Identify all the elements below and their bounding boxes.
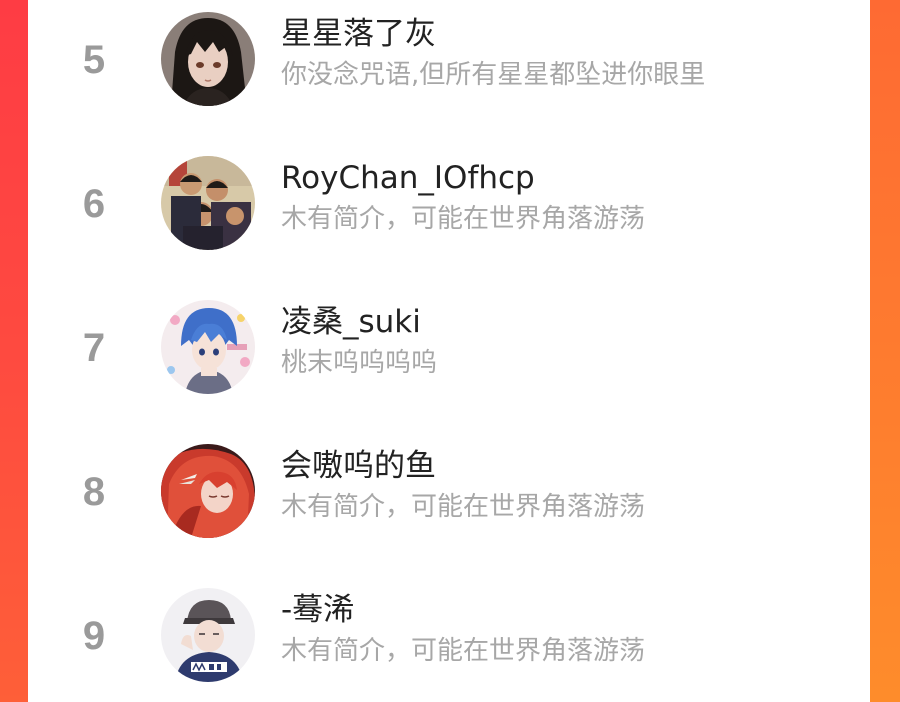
user-bio: 木有简介，可能在世界角落游荡 [281,492,646,522]
ranking-row[interactable]: 9 -蓦浠 木有简介，可能在世界角落游荡 [28,576,870,696]
user-name[interactable]: RoyChan_IOfhcp [281,158,535,198]
user-name[interactable]: -蓦浠 [281,590,354,630]
user-bio: 你没念咒语,但所有星星都坠进你眼里 [281,60,706,90]
left-gradient-edge [0,0,28,702]
ranking-row[interactable]: 8 会嗷呜的鱼 木有简介，可能在世界角落游荡 [28,432,870,552]
user-avatar[interactable] [161,300,255,394]
ranking-row[interactable]: 7 凌桑_suki 桃末呜呜呜呜 [28,288,870,408]
avatar-cap-boy-merci-icon [161,588,255,682]
avatar-blue-hair-anime-icon [161,300,255,394]
user-bio: 木有简介，可能在世界角落游荡 [281,204,646,234]
user-avatar[interactable] [161,12,255,106]
rank-number: 7 [82,326,106,370]
right-gradient-edge [870,0,900,702]
user-name[interactable]: 会嗷呜的鱼 [281,446,436,486]
user-avatar[interactable] [161,156,255,250]
avatar-red-hair-girl-icon [161,444,255,538]
rank-number: 9 [82,614,106,658]
user-name[interactable]: 星星落了灰 [281,14,436,54]
ranking-row[interactable]: 5 星星落了灰 你没念咒语,但所有星星都坠进你眼里 [28,0,870,120]
user-avatar[interactable] [161,444,255,538]
user-name[interactable]: 凌桑_suki [281,302,421,342]
rank-number: 5 [82,38,106,82]
rank-number: 8 [82,470,106,514]
user-avatar[interactable] [161,588,255,682]
avatar-group-photo-icon [161,156,255,250]
avatar-dark-hair-girl-icon [161,12,255,106]
user-bio: 木有简介，可能在世界角落游荡 [281,636,646,666]
ranking-list: 5 星星落了灰 你没念咒语,但所有星星都坠进你眼里 6 RoyChan_IOfh… [28,0,870,702]
user-bio: 桃末呜呜呜呜 [281,348,438,378]
rank-number: 6 [82,182,106,226]
ranking-row[interactable]: 6 RoyChan_IOfhcp 木有简介，可能在世界角落游荡 [28,144,870,264]
